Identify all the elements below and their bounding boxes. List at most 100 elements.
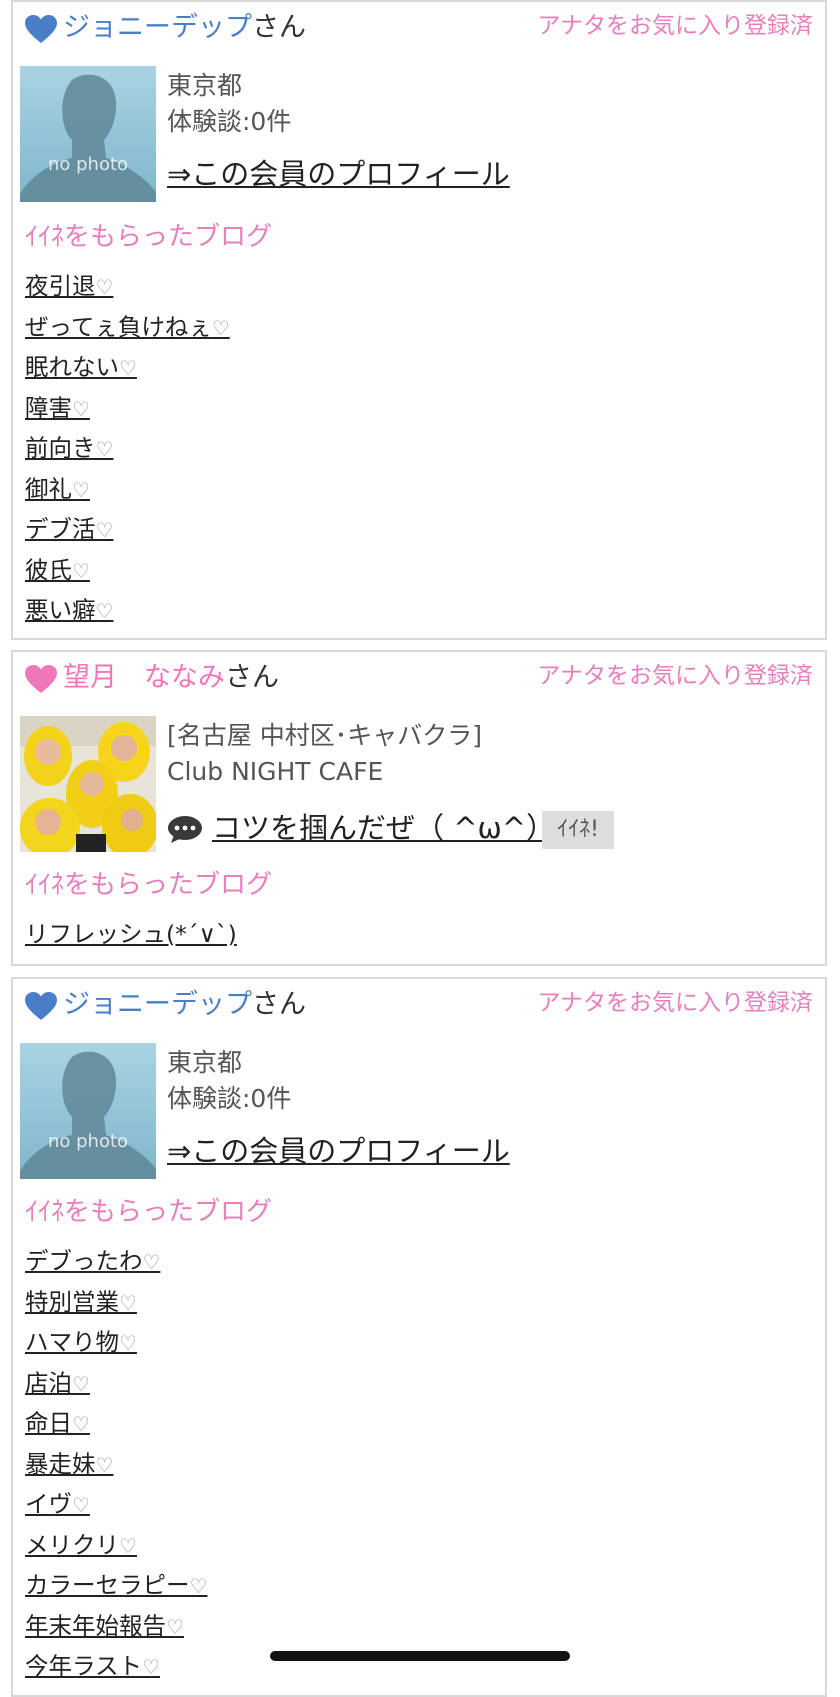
member-name-line: ジョニーデップさん [63, 8, 306, 48]
member-name-link[interactable]: 望月 ななみ [63, 662, 225, 693]
iine-button[interactable]: ｲｲﾈ! [542, 811, 614, 849]
member-card: 望月 ななみさん アナタをお気に入り登録済 [名古屋 中村区･キャバクラ] Cl… [11, 650, 827, 966]
name-suffix: さん [252, 12, 306, 43]
list-item[interactable]: カラーセラピー♡ [25, 1565, 207, 1606]
heart-outline-icon: ♡ [72, 477, 90, 502]
blog-link[interactable]: 彼氏♡ [25, 556, 90, 584]
heart-outline-icon: ♡ [119, 356, 137, 380]
liked-blog-list: デブったわ♡ 特別営業♡ ハマり物♡ 店泊♡ 命日♡ 暴走妹♡ イヴ♡ メリクリ… [25, 1241, 207, 1687]
member-info: 東京都 体験談:0件 [167, 68, 291, 140]
avatar[interactable] [20, 716, 156, 852]
member-name-link[interactable]: ジョニーデップ [63, 12, 252, 43]
heart-outline-icon: ♡ [142, 1250, 161, 1274]
heart-outline-icon: ♡ [95, 1452, 114, 1477]
heart-outline-icon: ♡ [119, 1533, 137, 1558]
location: 東京都 [167, 71, 243, 100]
speech-bubble-icon [168, 816, 202, 843]
liked-blogs-title: ｲｲﾈをもらったブログ [25, 870, 273, 900]
blog-link[interactable]: 前向き♡ [25, 434, 113, 462]
liked-blogs-title: ｲｲﾈをもらったブログ [25, 1197, 273, 1227]
heart-outline-icon: ♡ [72, 1412, 90, 1436]
card-header: ジョニーデップさん アナタをお気に入り登録済 [13, 2, 825, 52]
blog-link[interactable]: 店泊♡ [25, 1369, 90, 1397]
list-item[interactable]: 悪い癖♡ [25, 590, 230, 631]
blog-link[interactable]: 御礼♡ [25, 475, 90, 503]
list-item[interactable]: デブったわ♡ [25, 1241, 207, 1282]
post-title-link[interactable]: コツを掴んだぜ（ ^ω^）... [212, 808, 583, 848]
list-item[interactable]: 眠れない♡ [25, 347, 230, 388]
blog-link[interactable]: 障害♡ [25, 394, 90, 422]
heart-blue-icon [25, 992, 57, 1020]
home-indicator[interactable] [270, 1651, 570, 1661]
blog-link[interactable]: 暴走妹♡ [25, 1450, 113, 1478]
blog-link[interactable]: ハマり物♡ [25, 1328, 137, 1356]
liked-blog-list: 夜引退♡ ぜってぇ負けねぇ♡ 眠れない♡ 障害♡ 前向き♡ 御礼♡ デブ活♡ 彼… [25, 266, 230, 631]
member-name-line: 望月 ななみさん [63, 658, 279, 698]
review-count: 体験談:0件 [167, 1084, 292, 1113]
blog-link[interactable]: デブ活♡ [25, 515, 113, 543]
member-info: 東京都 体験談:0件 [167, 1045, 291, 1117]
shop-area: [名古屋 中村区･キャバクラ] [167, 721, 482, 750]
favorite-status: アナタをお気に入り登録済 [537, 990, 813, 1016]
blog-link[interactable]: 今年ラスト♡ [25, 1652, 160, 1680]
list-item[interactable]: 夜引退♡ [25, 266, 230, 307]
favorite-status: アナタをお気に入り登録済 [537, 663, 813, 689]
list-item[interactable]: ハマり物♡ [25, 1322, 207, 1363]
list-item[interactable]: デブ活♡ [25, 509, 230, 550]
blog-link[interactable]: デブったわ♡ [25, 1247, 160, 1275]
heart-outline-icon: ♡ [95, 599, 114, 623]
list-item[interactable]: 彼氏♡ [25, 550, 230, 591]
blog-link[interactable]: メリクリ♡ [25, 1531, 137, 1559]
heart-outline-icon: ♡ [119, 1290, 137, 1315]
card-header: ジョニーデップさん アナタをお気に入り登録済 [13, 979, 825, 1029]
heart-outline-icon: ♡ [72, 1371, 90, 1396]
blog-link[interactable]: 年末年始報告♡ [25, 1612, 184, 1640]
liked-blogs-title: ｲｲﾈをもらったブログ [25, 222, 273, 252]
blog-link[interactable]: リフレッシュ(*´∨`) [25, 920, 237, 948]
list-item[interactable]: 御礼♡ [25, 469, 230, 510]
liked-blog-list: リフレッシュ(*´∨`) [25, 914, 237, 955]
heart-outline-icon: ♡ [72, 1493, 90, 1517]
heart-outline-icon: ♡ [95, 275, 114, 299]
blog-link[interactable]: 特別営業♡ [25, 1288, 137, 1316]
no-photo-image: no photo [20, 66, 156, 202]
list-item[interactable]: イヴ♡ [25, 1484, 207, 1525]
heart-outline-icon: ♡ [119, 1331, 137, 1355]
list-item[interactable]: 店泊♡ [25, 1363, 207, 1404]
avatar[interactable]: no photo [20, 66, 156, 202]
profile-link[interactable]: ⇒この会員のプロフィール [167, 154, 510, 194]
heart-outline-icon: ♡ [166, 1614, 184, 1639]
blog-link[interactable]: 命日♡ [25, 1409, 90, 1437]
blog-link[interactable]: 悪い癖♡ [25, 596, 113, 624]
heart-pink-icon [25, 665, 57, 693]
profile-photo [20, 716, 156, 852]
heart-blue-icon [25, 15, 57, 43]
name-suffix: さん [252, 989, 306, 1020]
heart-outline-icon: ♡ [211, 315, 230, 340]
heart-outline-icon: ♡ [72, 396, 90, 421]
blog-link[interactable]: ぜってぇ負けねぇ♡ [25, 313, 230, 341]
heart-outline-icon: ♡ [95, 518, 114, 542]
list-item[interactable]: リフレッシュ(*´∨`) [25, 914, 237, 955]
list-item[interactable]: ぜってぇ負けねぇ♡ [25, 307, 230, 348]
list-item[interactable]: 命日♡ [25, 1403, 207, 1444]
member-card: ジョニーデップさん アナタをお気に入り登録済 no photo 東京都 体験談:… [11, 977, 827, 1697]
list-item[interactable]: 前向き♡ [25, 428, 230, 469]
heart-outline-icon: ♡ [142, 1655, 160, 1679]
list-item[interactable]: 年末年始報告♡ [25, 1606, 207, 1647]
avatar[interactable]: no photo [20, 1043, 156, 1179]
member-card: ジョニーデップさん アナタをお気に入り登録済 no photo 東京都 体験談:… [11, 0, 827, 640]
blog-link[interactable]: 夜引退♡ [25, 272, 113, 300]
member-name-line: ジョニーデップさん [63, 985, 306, 1025]
profile-link[interactable]: ⇒この会員のプロフィール [167, 1131, 510, 1171]
blog-link[interactable]: 眠れない♡ [25, 353, 137, 381]
list-item[interactable]: 今年ラスト♡ [25, 1646, 207, 1687]
favorite-status: アナタをお気に入り登録済 [537, 13, 813, 39]
list-item[interactable]: メリクリ♡ [25, 1525, 207, 1566]
member-name-link[interactable]: ジョニーデップ [63, 989, 252, 1020]
list-item[interactable]: 障害♡ [25, 388, 230, 429]
list-item[interactable]: 暴走妹♡ [25, 1444, 207, 1485]
list-item[interactable]: 特別営業♡ [25, 1282, 207, 1323]
blog-link[interactable]: イヴ♡ [25, 1490, 90, 1518]
blog-link[interactable]: カラーセラピー♡ [25, 1571, 207, 1599]
